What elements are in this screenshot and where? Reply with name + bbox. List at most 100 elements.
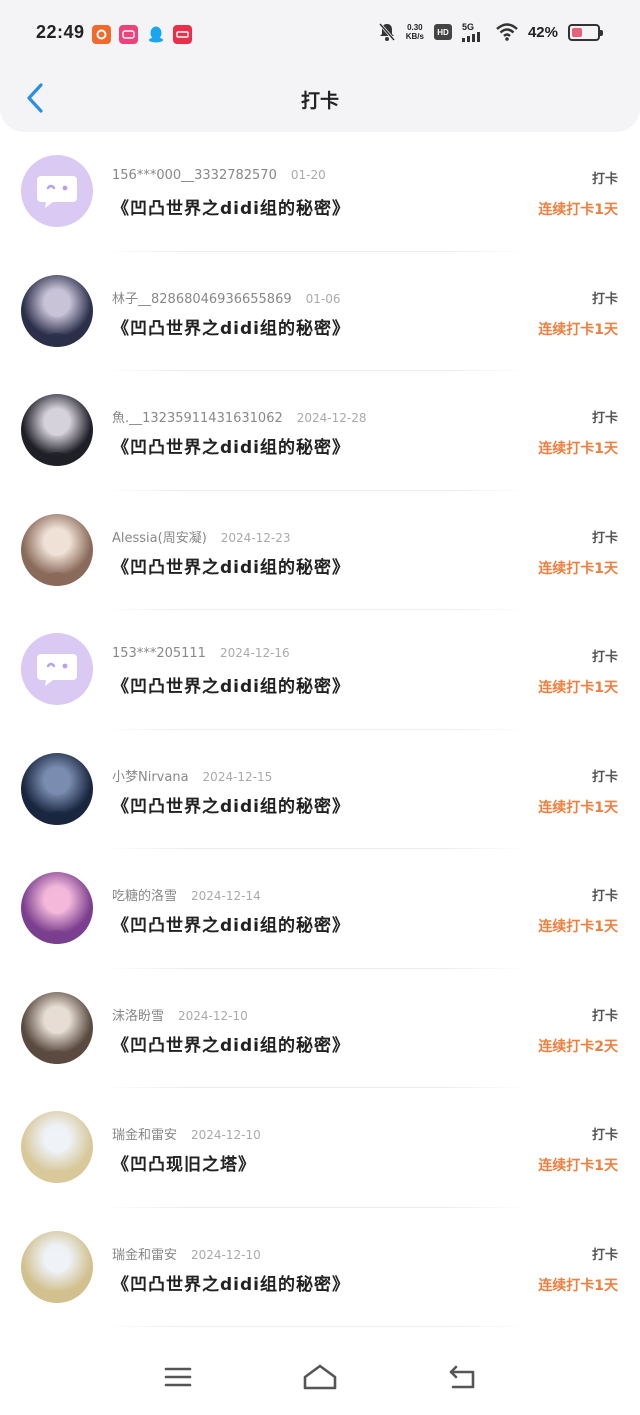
- app-icon-orange: [92, 25, 111, 44]
- username[interactable]: 林子__82868046936655869: [112, 292, 292, 307]
- username[interactable]: 沫洛盼雪: [112, 1009, 164, 1024]
- book-title[interactable]: 《凹凸世界之didi组的秘密》: [112, 433, 350, 458]
- checkin-row[interactable]: 瑞金和雷安 2024-12-10 《凹凸世界之didi组的秘密》 打卡 连续打卡1…: [0, 1208, 640, 1327]
- user-avatar[interactable]: [21, 274, 93, 347]
- username[interactable]: 156***000__3332782570: [112, 168, 277, 183]
- user-avatar[interactable]: [21, 394, 93, 466]
- checkin-label: 打卡: [591, 889, 618, 904]
- streak-badge: 连续打卡2天: [538, 1038, 618, 1055]
- checkin-label: 打卡: [591, 1008, 618, 1024]
- username[interactable]: Alessia(周安凝): [112, 531, 207, 546]
- status-bar: 22:49 0.30 KB/s HD 5G 42%: [0, 0, 640, 68]
- checkin-date: 2024-12-16: [219, 646, 290, 660]
- book-title[interactable]: 《凹凸世界之didi组的秘密》: [112, 553, 350, 578]
- username[interactable]: 153***205111: [112, 646, 206, 661]
- book-title[interactable]: 《凹凸世界之didi组的秘密》: [112, 314, 350, 339]
- checkin-row[interactable]: 林子__82868046936655869 01-06 《凹凸世界之didi组的秘…: [0, 252, 640, 371]
- username[interactable]: 瑞金和雷安: [112, 1248, 177, 1263]
- checkin-row[interactable]: 瑞金和雷安 2024-12-10 《凹凸现旧之塔》 打卡 连续打卡1天: [0, 1088, 640, 1208]
- avatar-figure-icon: [35, 770, 79, 825]
- qq-icon: [146, 25, 165, 44]
- user-avatar[interactable]: [21, 1111, 93, 1183]
- book-title[interactable]: 《凹凸世界之didi组的秘密》: [112, 792, 350, 817]
- default-avatar[interactable]: [21, 155, 93, 227]
- checkin-row[interactable]: 吃糖的洛雪 2024-12-14 《凹凸世界之didi组的秘密》 打卡 连续打卡1…: [0, 849, 640, 969]
- row-meta: 瑞金和雷安 2024-12-10: [112, 1244, 261, 1263]
- row-meta: 153***205111 2024-12-16: [112, 646, 290, 661]
- checkin-row[interactable]: 156***000__3332782570 01-20 《凹凸世界之didi组的秘…: [0, 132, 640, 252]
- checkin-row[interactable]: 魚.__13235911431631062 2024-12-28 《凹凸世界之di…: [0, 371, 640, 491]
- home-icon: [303, 1364, 337, 1390]
- user-avatar[interactable]: [21, 513, 93, 586]
- checkin-row[interactable]: 153***205111 2024-12-16 《凹凸世界之didi组的秘密》 打…: [0, 610, 640, 730]
- book-title[interactable]: 《凹凸世界之didi组的秘密》: [112, 194, 350, 219]
- checkin-row[interactable]: 沫洛盼雪 2024-12-10 《凹凸世界之didi组的秘密》 打卡 连续打卡2天: [0, 969, 640, 1088]
- user-avatar[interactable]: [21, 752, 93, 825]
- book-title[interactable]: 《凹凸现旧之塔》: [112, 1150, 256, 1175]
- streak-badge: 连续打卡1天: [538, 1277, 618, 1294]
- avatar-figure-icon: [35, 1129, 79, 1183]
- signal-bars-icon: [461, 31, 480, 42]
- username[interactable]: 瑞金和雷安: [112, 1128, 177, 1143]
- menu-icon: [164, 1367, 192, 1387]
- book-title[interactable]: 《凹凸世界之didi组的秘密》: [112, 1031, 350, 1056]
- mute-bell-icon: [378, 23, 395, 41]
- chat-bubble-icon: [37, 176, 77, 208]
- system-status: 0.30 KB/s HD 5G 42%: [378, 22, 603, 42]
- checkin-row[interactable]: Alessia(周安凝) 2024-12-23 《凹凸世界之didi组的秘密》 打…: [0, 491, 640, 610]
- streak-badge: 连续打卡1天: [538, 441, 618, 457]
- checkin-date: 2024-12-10: [191, 1128, 261, 1142]
- row-meta: 沫洛盼雪 2024-12-10: [112, 1005, 248, 1024]
- status-time: 22:49: [36, 22, 85, 42]
- home-button[interactable]: [300, 1360, 340, 1394]
- streak-badge: 连续打卡1天: [538, 680, 618, 696]
- checkin-label: 打卡: [591, 172, 618, 187]
- checkin-date: 2024-12-10: [191, 1247, 261, 1262]
- default-avatar[interactable]: [21, 633, 93, 705]
- avatar-figure-icon: [35, 890, 79, 944]
- row-meta: 魚.__13235911431631062 2024-12-28: [112, 407, 367, 426]
- row-meta: Alessia(周安凝) 2024-12-23: [112, 527, 291, 546]
- system-nav-bar: [0, 1340, 640, 1415]
- checkin-date: 2024-12-14: [191, 889, 261, 903]
- streak-badge: 连续打卡1天: [538, 202, 618, 218]
- checkin-date: 2024-12-23: [220, 530, 291, 545]
- menu-button[interactable]: [158, 1360, 198, 1394]
- checkin-label: 打卡: [591, 1128, 618, 1143]
- row-meta: 林子__82868046936655869 01-06: [112, 288, 340, 307]
- checkin-label: 打卡: [591, 769, 618, 785]
- book-title[interactable]: 《凹凸世界之didi组的秘密》: [112, 1270, 350, 1295]
- checkin-date: 01-06: [305, 291, 341, 306]
- streak-badge: 连续打卡1天: [538, 799, 618, 816]
- checkin-row[interactable]: 小梦Nirvana 2024-12-15 《凹凸世界之didi组的秘密》 打卡 连…: [0, 730, 640, 849]
- back-nav-button[interactable]: [442, 1360, 482, 1394]
- page-title: 打卡: [300, 90, 339, 112]
- net-speed-unit: KB/s: [405, 32, 424, 41]
- notification-app-icons: [92, 25, 192, 44]
- checkin-date: 01-20: [290, 168, 326, 182]
- username[interactable]: 吃糖的洛雪: [112, 889, 177, 904]
- book-title[interactable]: 《凹凸世界之didi组的秘密》: [112, 672, 350, 697]
- username[interactable]: 小梦Nirvana: [112, 770, 189, 785]
- row-divider: [100, 1326, 530, 1327]
- row-meta: 吃糖的洛雪 2024-12-14: [112, 885, 261, 904]
- checkin-label: 打卡: [591, 291, 618, 307]
- avatar-figure-icon: [35, 292, 79, 347]
- checkin-label: 打卡: [591, 530, 618, 546]
- user-avatar[interactable]: [21, 991, 93, 1064]
- checkin-date: 2024-12-15: [202, 769, 273, 784]
- user-avatar[interactable]: [21, 1230, 93, 1303]
- checkin-label: 打卡: [591, 650, 618, 665]
- checkin-label: 打卡: [591, 1247, 618, 1263]
- hd-badge: HD: [433, 24, 452, 40]
- network-speed: 0.30 KB/s: [406, 23, 424, 41]
- user-avatar[interactable]: [21, 872, 93, 944]
- app-icon-pink: [119, 25, 138, 44]
- battery-level: [572, 27, 583, 37]
- username[interactable]: 魚.__13235911431631062: [112, 411, 283, 426]
- signal-indicator: 5G: [461, 22, 486, 42]
- book-title[interactable]: 《凹凸世界之didi组的秘密》: [112, 911, 350, 936]
- checkin-label: 打卡: [591, 411, 618, 426]
- app-icon-red: [173, 25, 192, 44]
- battery-icon: [568, 23, 603, 41]
